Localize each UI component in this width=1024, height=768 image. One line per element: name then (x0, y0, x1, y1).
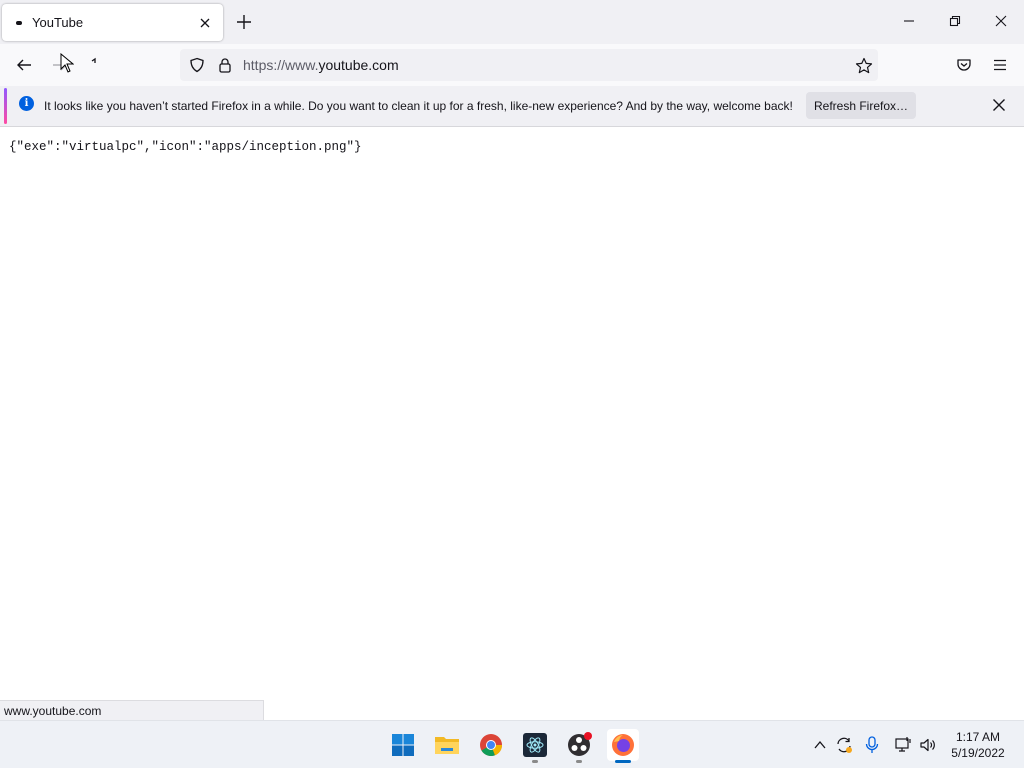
url-bar[interactable]: https://www.youtube.com (180, 49, 878, 81)
reload-button[interactable] (84, 54, 104, 74)
atom-icon (523, 733, 547, 757)
navigation-toolbar: https://www.youtube.com (0, 44, 1024, 86)
windows-logo-icon (392, 734, 414, 756)
firefox-icon (612, 734, 634, 756)
electron-app-button[interactable] (519, 729, 551, 761)
bookmark-star-icon[interactable] (855, 57, 873, 74)
new-tab-button[interactable] (235, 13, 253, 31)
lock-icon[interactable] (217, 57, 233, 73)
back-button[interactable] (14, 55, 34, 75)
system-clock[interactable]: 1:17 AM 5/19/2022 (944, 729, 1012, 761)
clock-date: 5/19/2022 (951, 746, 1005, 760)
microphone-icon[interactable] (862, 735, 882, 755)
tab-youtube[interactable]: YouTube (2, 4, 223, 41)
obs-icon (568, 732, 592, 756)
firefox-active-indicator (615, 760, 631, 763)
pocket-icon[interactable] (954, 55, 974, 75)
network-icon[interactable] (893, 735, 913, 755)
shield-icon[interactable] (189, 57, 205, 73)
mouse-cursor-icon (57, 53, 77, 73)
info-icon: i (19, 96, 34, 111)
sync-icon[interactable] (834, 735, 854, 755)
folder-icon (435, 737, 459, 754)
tab-title: YouTube (32, 15, 84, 30)
status-bar: www.youtube.com (0, 700, 264, 720)
obs-running-indicator (576, 760, 582, 763)
windows-taskbar: 1:17 AM 5/19/2022 (0, 720, 1024, 768)
menu-hamburger-icon[interactable] (990, 55, 1010, 75)
chrome-button[interactable] (475, 729, 507, 761)
refresh-firefox-button[interactable]: Refresh Firefox… (806, 92, 916, 119)
chrome-icon (480, 734, 503, 757)
file-explorer-button[interactable] (431, 729, 463, 761)
close-window-icon[interactable] (993, 13, 1009, 29)
obs-studio-button[interactable] (563, 729, 595, 761)
volume-icon[interactable] (918, 735, 938, 755)
tab-close-icon[interactable] (197, 15, 213, 31)
page-content: {"exe":"virtualpc","icon":"apps/inceptio… (0, 127, 1024, 720)
clock-time: 1:17 AM (955, 730, 1001, 744)
notification-bar: i It looks like you haven’t started Fire… (0, 86, 1024, 127)
electron-running-indicator (532, 760, 538, 763)
url-text[interactable]: https://www.youtube.com (243, 57, 399, 73)
title-bar: YouTube (0, 0, 1024, 44)
notification-close-icon[interactable] (991, 97, 1007, 113)
url-host: youtube.com (318, 57, 399, 73)
url-prefix: https://www. (243, 57, 319, 73)
start-button[interactable] (387, 729, 419, 761)
notification-accent (4, 88, 7, 124)
minimize-icon[interactable] (901, 13, 917, 29)
page-json-text: {"exe":"virtualpc","icon":"apps/inceptio… (9, 140, 362, 154)
restore-icon[interactable] (947, 13, 963, 29)
show-hidden-icons-chevron-icon[interactable] (810, 735, 830, 755)
firefox-button[interactable] (607, 729, 639, 761)
tab-favicon-icon (16, 20, 22, 25)
notification-message: It looks like you haven’t started Firefo… (44, 99, 793, 113)
